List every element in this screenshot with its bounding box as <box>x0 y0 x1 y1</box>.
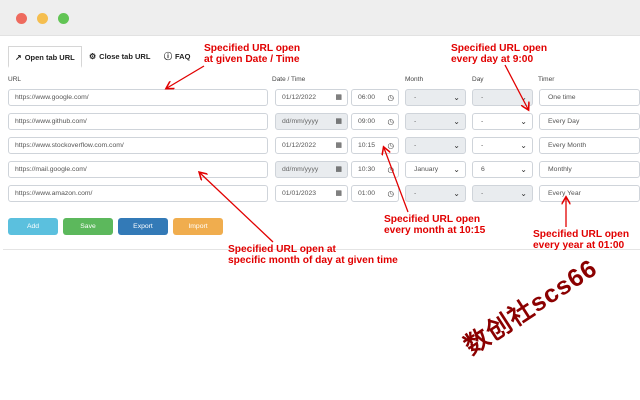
arrow-specific-month <box>200 173 274 243</box>
annotation-date-time: Specified URL open at given Date / Time <box>204 43 301 65</box>
arrow-every-day <box>504 64 528 109</box>
annotation-every-month: Specified URL open every month at 10:15 <box>384 214 486 236</box>
annotation-every-day: Specified URL open every day at 9:00 <box>451 43 548 65</box>
annotation-specific-month: Specified URL open at specific month of d… <box>228 244 398 266</box>
arrow-every-month <box>384 148 409 213</box>
annotation-every-year: Specified URL open every year at 01:00 <box>533 229 630 251</box>
arrow-date-time <box>167 65 205 88</box>
